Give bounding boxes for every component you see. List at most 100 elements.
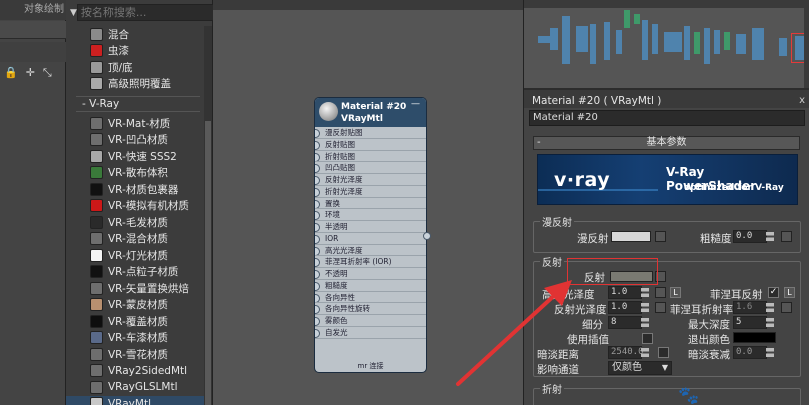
node-slot[interactable]: 高光光泽度 [315, 245, 426, 257]
material-list-item[interactable]: VR-混合材质 [66, 231, 205, 248]
node-footer[interactable]: mr 连接 [315, 361, 426, 372]
material-list-item[interactable]: VR-蒙皮材质 [66, 297, 205, 314]
browser-scrollbar[interactable] [204, 26, 212, 405]
material-list-item[interactable]: VR-Mat-材质 [66, 115, 205, 132]
minimize-icon[interactable]: — [411, 99, 420, 109]
material-node[interactable]: Material #20 VRayMtl — 漫反射贴图 反射贴图 折射贴图 凹凸贴图… [314, 97, 431, 373]
material-label: VR-矢量置换烘焙 [108, 282, 189, 295]
material-swatch-icon [90, 60, 103, 74]
navigator-node-block [604, 22, 610, 60]
reflect-gloss-map-button[interactable] [655, 302, 666, 313]
material-list-item[interactable]: 虫漆 [66, 43, 205, 60]
node-slot[interactable]: 菲涅耳折射率 (IOR) [315, 256, 426, 268]
material-list-item[interactable]: VR-散布体积 [66, 165, 205, 182]
hilight-lock-button[interactable]: L [670, 287, 681, 298]
node-slot[interactable]: 环境 [315, 209, 426, 221]
select-plus-icon[interactable]: ✛ [26, 66, 35, 82]
lock-icon[interactable]: 🔒 [4, 66, 18, 82]
node-slot[interactable]: IOR [315, 233, 426, 245]
affect-channels-value: 仅颜色 [612, 362, 642, 373]
scrollbar-thumb[interactable] [205, 121, 211, 405]
exit-color-swatch[interactable] [733, 332, 776, 343]
navigator-node-block [779, 38, 787, 56]
material-list-item[interactable]: VR-灯光材质 [66, 247, 205, 264]
navigator-node-block [694, 32, 700, 54]
node-slot[interactable]: 凹凸贴图 [315, 162, 426, 174]
search-input[interactable] [76, 4, 227, 21]
material-list-item[interactable]: VR-模拟有机材质 [66, 198, 205, 215]
fresnel-ior-map-button[interactable] [781, 302, 792, 313]
material-swatch-icon [90, 27, 103, 41]
diffuse-color-swatch[interactable] [611, 231, 651, 242]
node-slot[interactable]: 反射贴图 [315, 139, 426, 151]
material-list-item[interactable]: VR-凹凸材质 [66, 132, 205, 149]
expand-arrow-icon[interactable]: ▼ [70, 8, 77, 18]
hilight-gloss-map-button[interactable] [655, 287, 666, 298]
diffuse-map-button[interactable] [655, 231, 666, 242]
material-name-field[interactable]: Material #20 [529, 110, 805, 126]
fresnel-lock-button[interactable]: L [784, 287, 795, 298]
material-list-item[interactable]: VR-材质包裹器 [66, 181, 205, 198]
node-slot[interactable]: 粗糙度 [315, 280, 426, 292]
vray-group-header[interactable]: - V-Ray [76, 96, 200, 112]
scale-icon[interactable]: ⤡ [43, 66, 52, 82]
node-slot[interactable]: 自发光 [315, 327, 426, 339]
roughness-spinner[interactable]: 0.0 [733, 230, 774, 243]
node-slot[interactable]: 各向异性 [315, 292, 426, 304]
subdivs-spinner[interactable]: 8 [608, 316, 649, 329]
fresnel-checkbox[interactable]: ✓ [768, 287, 779, 298]
material-list-item[interactable]: VR-点粒子材质 [66, 264, 205, 281]
material-list-item[interactable]: VR-快速 SSS2 [66, 148, 205, 165]
navigator-scrollbar[interactable] [804, 8, 809, 88]
node-slot[interactable]: 各向异性旋转 [315, 303, 426, 315]
material-list-item[interactable]: VR-雪花材质 [66, 346, 205, 363]
node-slot[interactable]: 折射光泽度 [315, 186, 426, 198]
node-slot[interactable]: 漫反射贴图 [315, 127, 426, 139]
material-list-item[interactable]: VR-毛发材质 [66, 214, 205, 231]
node-slot[interactable]: 置换 [315, 198, 426, 210]
use-interp-checkbox[interactable] [642, 333, 653, 344]
material-list-item[interactable]: VRay2SidedMtl [66, 363, 205, 380]
vray-logo: v·ray [554, 169, 610, 191]
material-label: VR-快速 SSS2 [108, 150, 177, 163]
max-depth-spinner[interactable]: 5 [733, 316, 774, 329]
node-slots: 漫反射贴图 反射贴图 折射贴图 凹凸贴图 反射光泽度 折射光泽度 置换 环境 半透明 IOR 高光光… [315, 127, 426, 339]
object-paint-tab[interactable]: 对象绘制 [0, 0, 66, 20]
node-slot[interactable]: 反射光泽度 [315, 174, 426, 186]
basic-params-rollout[interactable]: - 基本参数 [533, 136, 800, 150]
material-list-item[interactable]: 顶/底 [66, 59, 205, 76]
vray-banner: v·ray V-Ray PowerShader optimized for V-… [537, 154, 798, 205]
material-list-item[interactable]: VRayGLSLMtl [66, 379, 205, 396]
node-header[interactable]: Material #20 VRayMtl — [315, 98, 426, 127]
node-slot[interactable]: 雾颜色 [315, 315, 426, 327]
highlight-box [567, 258, 658, 285]
navigator-node-block [634, 14, 640, 24]
dim-distance-checkbox[interactable] [658, 347, 669, 358]
node-slot[interactable]: 折射贴图 [315, 151, 426, 163]
dim-distance-spinner[interactable]: 2540.0 [608, 346, 649, 359]
close-icon[interactable]: x [799, 90, 805, 112]
output-port[interactable] [423, 232, 431, 240]
node-slot[interactable]: 不透明 [315, 268, 426, 280]
navigator-node-block [795, 36, 804, 60]
dim-falloff-spinner[interactable]: 0.0 [733, 346, 774, 359]
hilight-gloss-spinner[interactable]: 1.0 [608, 286, 649, 299]
editor-title: Material #20 ( VRayMtl ) [532, 95, 662, 107]
material-list-item[interactable]: VR-覆盖材质 [66, 313, 205, 330]
material-list-item[interactable]: 高级照明覆盖 [66, 76, 205, 93]
affect-channels-select[interactable]: 仅颜色 ▼ [608, 361, 672, 375]
diffuse-group-title: 漫反射 [540, 214, 574, 229]
fresnel-ior-spinner[interactable]: 1.6 [733, 301, 774, 314]
material-list-item[interactable]: 混合 [66, 26, 205, 43]
material-list-item[interactable]: VRayMtl [66, 395, 205, 405]
material-list-item[interactable]: VR-车漆材质 [66, 330, 205, 347]
rollout-title: 基本参数 [646, 137, 687, 148]
navigator-panel[interactable] [523, 0, 809, 88]
roughness-map-button[interactable] [781, 231, 792, 242]
material-swatch-icon [90, 314, 103, 328]
reflect-gloss-spinner[interactable]: 1.0 [608, 301, 649, 314]
node-slot[interactable]: 半透明 [315, 221, 426, 233]
material-label: VR-凹凸材质 [108, 134, 168, 147]
material-list-item[interactable]: VR-矢量置换烘焙 [66, 280, 205, 297]
navigator-node-block [704, 28, 710, 64]
